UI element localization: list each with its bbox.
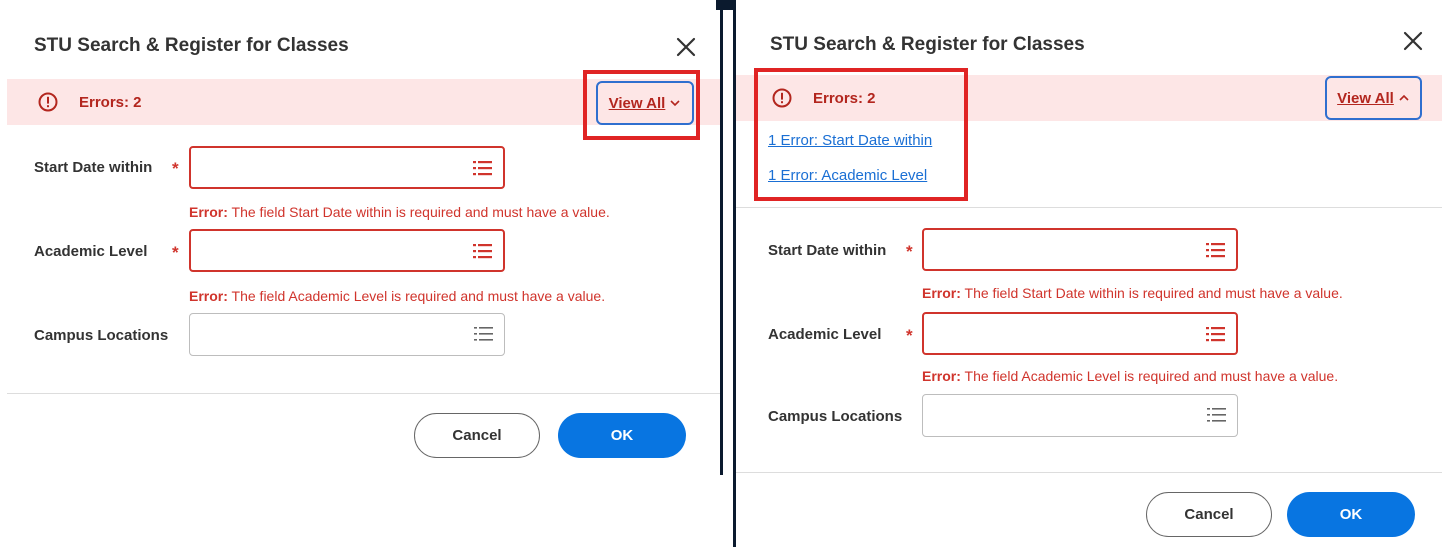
error-section-divider — [736, 207, 1442, 208]
required-marker: * — [906, 242, 913, 261]
footer-divider — [7, 393, 720, 394]
alert-circle-icon — [38, 92, 58, 112]
error-count: Errors: 2 — [813, 90, 876, 107]
academic-level-error: Error: The field Academic Level is requi… — [189, 288, 605, 304]
campus-locations-input[interactable] — [922, 394, 1238, 437]
view-all-label: View All — [1337, 89, 1394, 107]
error-text: The field Academic Level is required and… — [960, 368, 1339, 384]
error-prefix: Error: — [922, 285, 961, 301]
list-prompt-icon[interactable] — [1206, 325, 1226, 343]
list-prompt-icon[interactable] — [1206, 241, 1226, 259]
list-prompt-icon[interactable] — [473, 242, 493, 260]
dialog-title: STU Search & Register for Classes — [770, 34, 1085, 55]
error-text: The field Start Date within is required … — [960, 285, 1343, 301]
dialog-title: STU Search & Register for Classes — [34, 35, 349, 56]
field-label-academic-level: Academic Level — [768, 326, 882, 343]
campus-locations-input[interactable] — [189, 313, 505, 356]
error-summary-bar: Errors: 2 View All — [7, 79, 720, 125]
error-text: The field Academic Level is required and… — [227, 288, 606, 304]
close-button[interactable] — [673, 34, 699, 60]
register-dialog-collapsed: STU Search & Register for Classes Errors… — [0, 7, 720, 480]
required-marker: * — [906, 326, 913, 345]
screenshot-canvas: STU Search & Register for Classes Errors… — [0, 0, 1449, 547]
list-prompt-icon[interactable] — [473, 159, 493, 177]
academic-level-error: Error: The field Academic Level is requi… — [922, 368, 1338, 384]
error-count: Errors: 2 — [79, 94, 142, 111]
view-all-label: View All — [608, 94, 666, 112]
start-date-error: Error: The field Start Date within is re… — [922, 285, 1343, 301]
academic-level-input[interactable] — [922, 312, 1238, 355]
error-text: The field Start Date within is required … — [227, 204, 610, 220]
start-date-input[interactable] — [189, 146, 505, 189]
view-all-button[interactable]: View All — [596, 81, 694, 125]
start-date-error: Error: The field Start Date within is re… — [189, 204, 610, 220]
close-icon — [1403, 31, 1423, 51]
ok-button[interactable]: OK — [1287, 492, 1415, 537]
required-marker: * — [172, 243, 179, 262]
field-label-campus-locations: Campus Locations — [34, 327, 169, 344]
view-all-button[interactable]: View All — [1325, 76, 1422, 120]
chevron-up-icon — [1399, 94, 1409, 101]
error-prefix: Error: — [189, 288, 228, 304]
field-label-campus-locations: Campus Locations — [768, 408, 903, 425]
error-prefix: Error: — [922, 368, 961, 384]
academic-level-input[interactable] — [189, 229, 505, 272]
chevron-down-icon — [670, 100, 680, 107]
close-button[interactable] — [1400, 28, 1426, 54]
close-icon — [676, 37, 696, 57]
required-marker: * — [172, 159, 179, 178]
cancel-button[interactable]: Cancel — [414, 413, 540, 458]
ok-button[interactable]: OK — [558, 413, 686, 458]
footer-divider — [736, 472, 1442, 473]
list-prompt-icon[interactable] — [474, 325, 494, 343]
error-link-academic-level[interactable]: 1 Error: Academic Level — [768, 167, 927, 184]
field-label-academic-level: Academic Level — [34, 243, 148, 260]
field-label-start-date: Start Date within — [34, 159, 153, 176]
list-prompt-icon[interactable] — [1207, 406, 1227, 424]
error-link-start-date[interactable]: 1 Error: Start Date within — [768, 132, 932, 149]
field-label-start-date: Start Date within — [768, 242, 887, 259]
start-date-input[interactable] — [922, 228, 1238, 271]
background-edge — [720, 10, 723, 475]
alert-circle-icon — [772, 88, 792, 108]
register-dialog-expanded: STU Search & Register for Classes Errors… — [736, 6, 1449, 547]
cancel-button[interactable]: Cancel — [1146, 492, 1272, 537]
error-summary-bar: Errors: 2 View All — [736, 75, 1442, 121]
error-prefix: Error: — [189, 204, 228, 220]
